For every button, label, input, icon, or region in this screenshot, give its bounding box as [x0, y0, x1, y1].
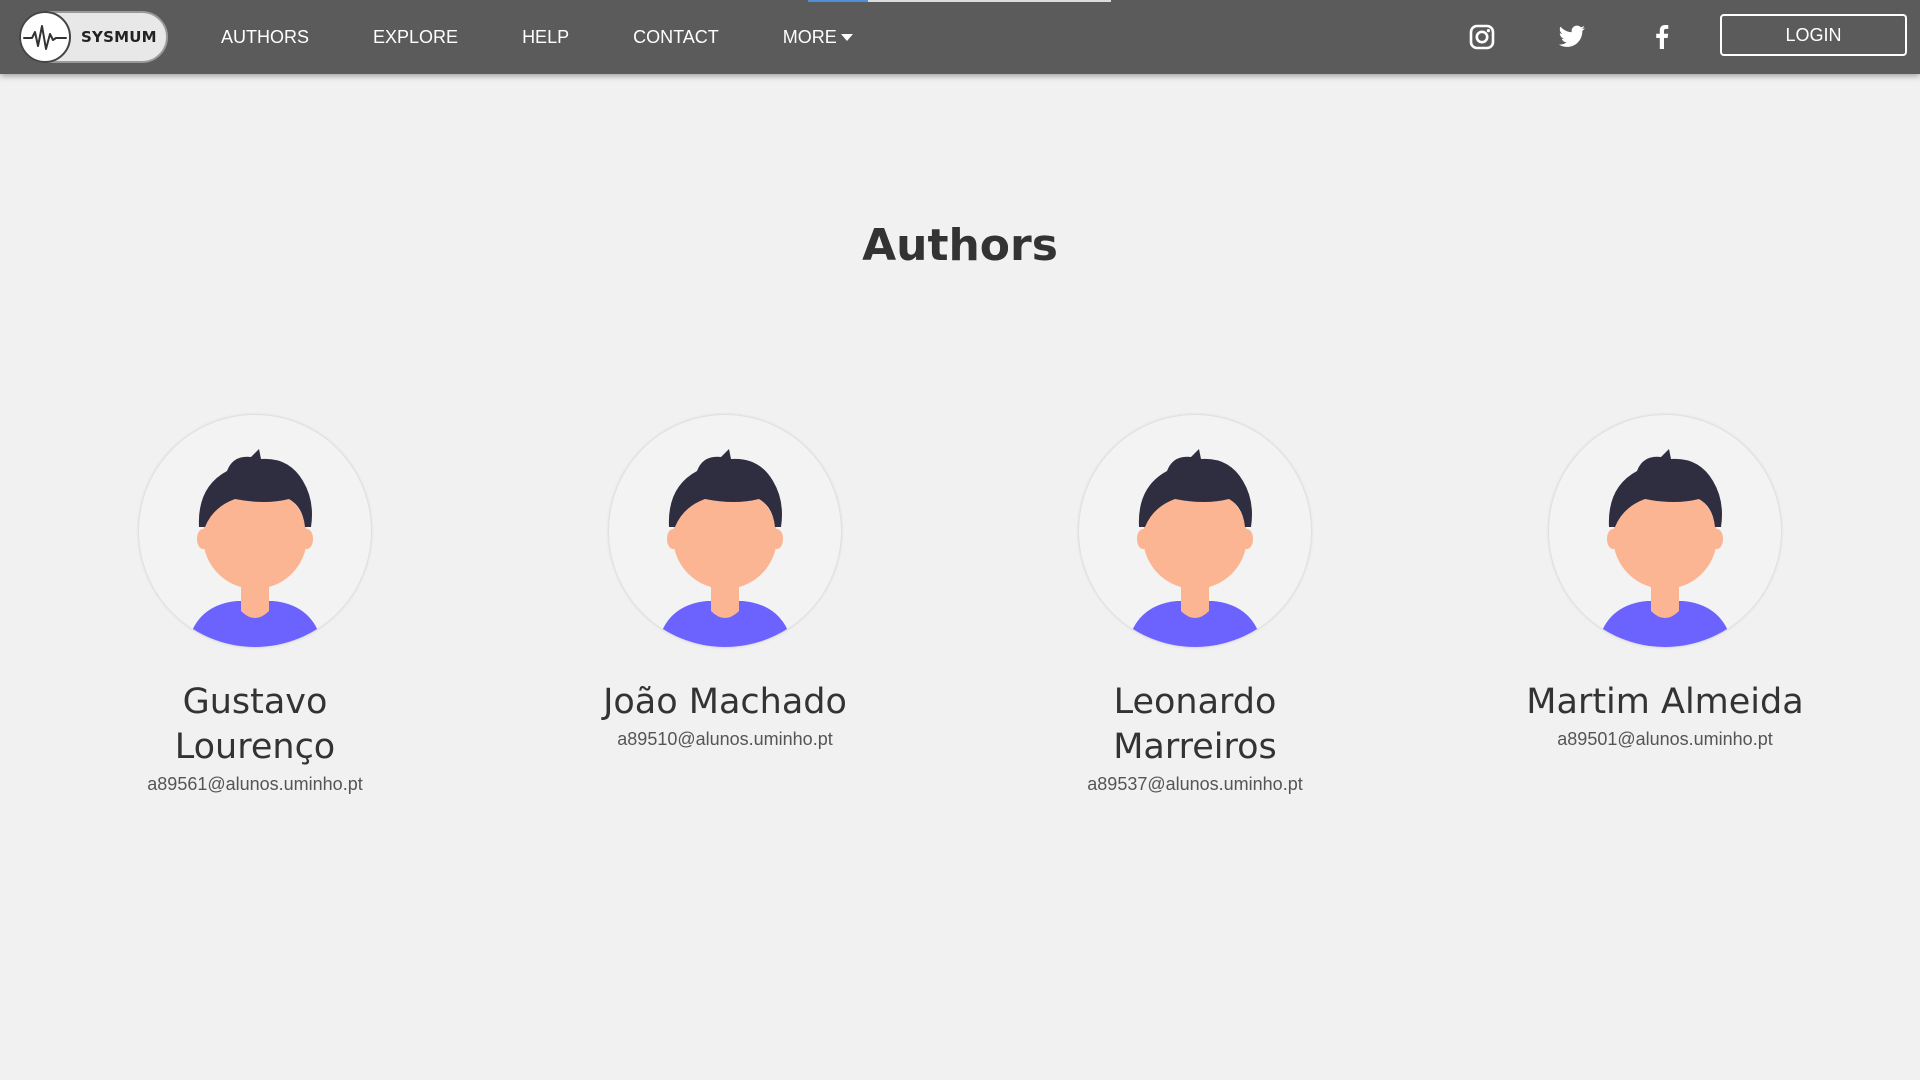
- login-button[interactable]: LOGIN: [1720, 14, 1907, 56]
- nav-link-authors[interactable]: AUTHORS: [221, 27, 309, 48]
- top-navbar: SYSMUM AUTHORS EXPLORE HELP CONTACT MORE…: [0, 0, 1920, 74]
- twitter-icon[interactable]: [1552, 0, 1592, 74]
- heartbeat-icon: [19, 11, 71, 63]
- avatar: [1079, 415, 1311, 647]
- nav-link-help[interactable]: HELP: [522, 27, 569, 48]
- facebook-icon[interactable]: [1642, 0, 1682, 74]
- author-email[interactable]: a89501@alunos.uminho.pt: [1557, 729, 1772, 750]
- author-name: João Machado: [603, 682, 847, 722]
- authors-grid: Gustavo Lourenço a89561@alunos.uminho.pt…: [0, 415, 1920, 815]
- author-name: Leonardo Marreiros: [1113, 682, 1277, 767]
- author-card: Gustavo Lourenço a89561@alunos.uminho.pt: [105, 415, 405, 795]
- avatar: [609, 415, 841, 647]
- nav-links: AUTHORS EXPLORE HELP CONTACT MORE: [221, 0, 917, 74]
- nav-link-contact[interactable]: CONTACT: [633, 27, 719, 48]
- logo-text: SYSMUM: [81, 28, 157, 46]
- page-title: Authors: [862, 220, 1058, 271]
- author-card: João Machado a89510@alunos.uminho.pt: [575, 415, 875, 750]
- nav-more-label: MORE: [782, 26, 837, 47]
- author-name: Martim Almeida: [1526, 682, 1804, 722]
- caret-down-icon: [840, 33, 853, 41]
- author-card: Leonardo Marreiros a89537@alunos.uminho.…: [1045, 415, 1345, 795]
- author-card: Martim Almeida a89501@alunos.uminho.pt: [1515, 415, 1815, 750]
- avatar: [1549, 415, 1781, 647]
- avatar: [139, 415, 371, 647]
- author-email[interactable]: a89561@alunos.uminho.pt: [147, 774, 362, 795]
- nav-more-dropdown[interactable]: MORE: [783, 27, 853, 48]
- author-email[interactable]: a89537@alunos.uminho.pt: [1087, 774, 1302, 795]
- instagram-icon[interactable]: [1462, 0, 1502, 74]
- logo-home-link[interactable]: SYSMUM: [19, 11, 168, 63]
- author-name: Gustavo Lourenço: [174, 682, 336, 767]
- nav-link-explore[interactable]: EXPLORE: [373, 27, 458, 48]
- author-email[interactable]: a89510@alunos.uminho.pt: [617, 729, 832, 750]
